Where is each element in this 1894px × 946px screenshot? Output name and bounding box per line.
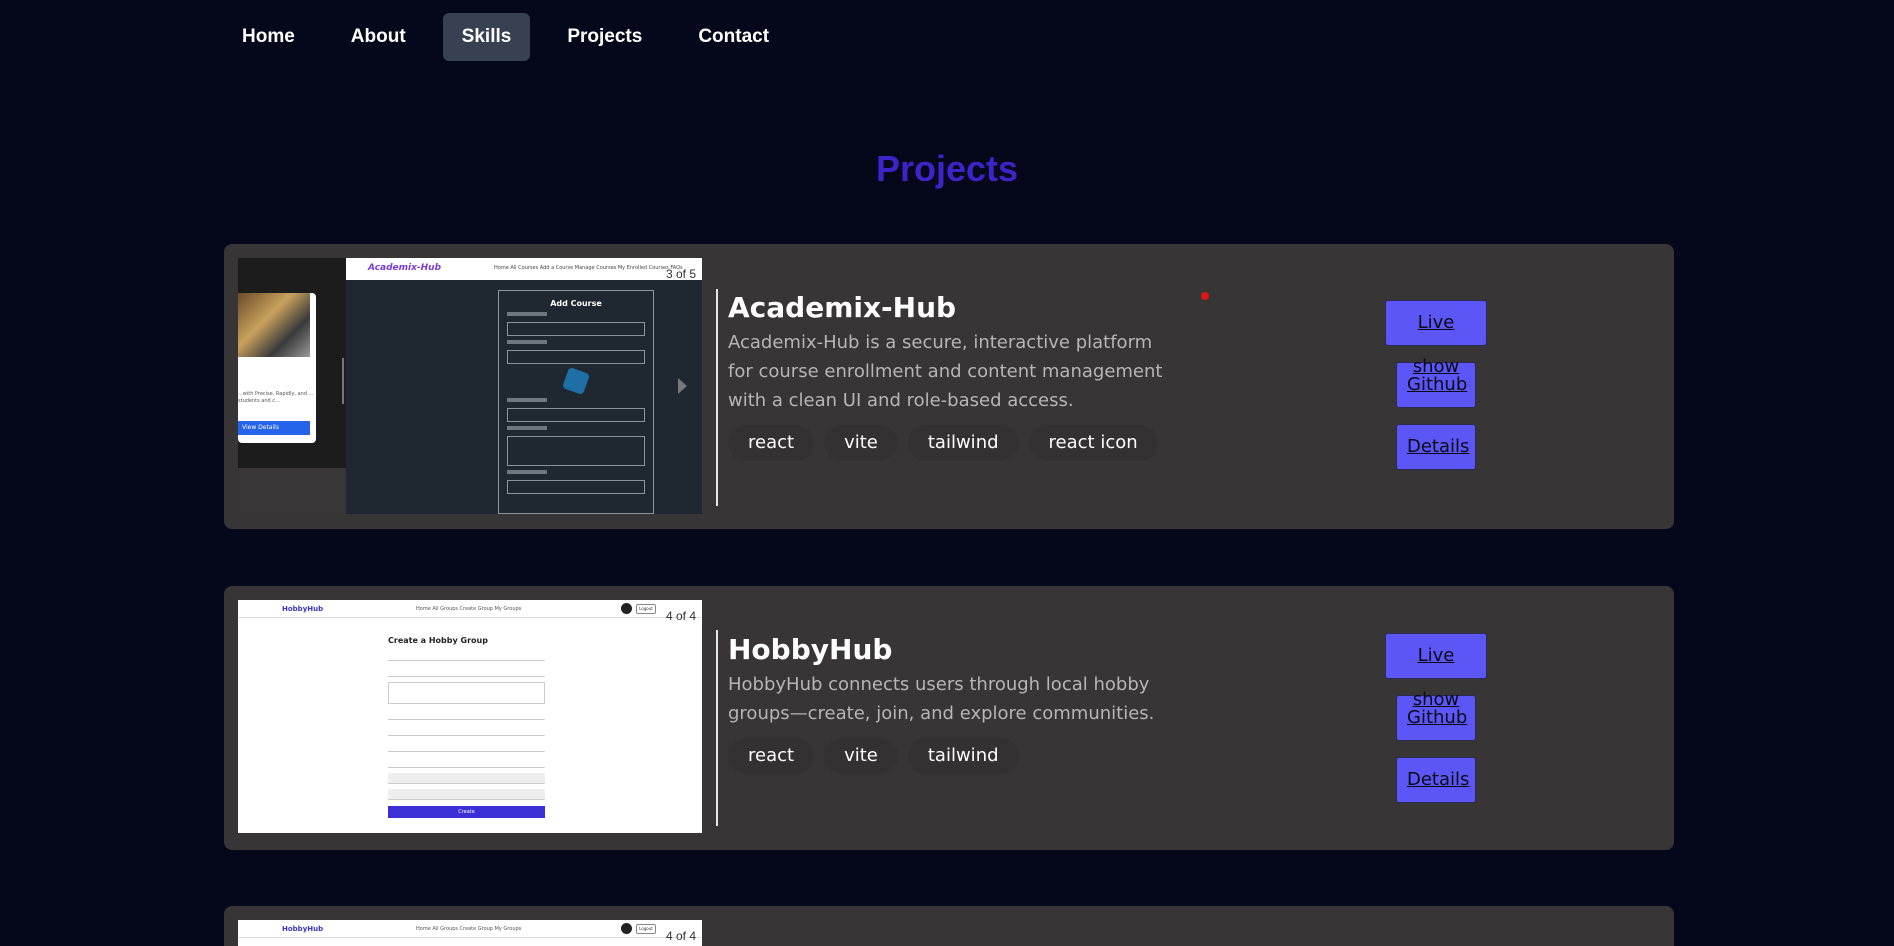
preview-avatar: [621, 923, 632, 934]
project-card-partial: HobbyHub Home All Groups Create Group My…: [224, 906, 1674, 946]
tech-tag: vite: [824, 738, 898, 774]
preview-label: [507, 426, 547, 430]
tech-tag: tailwind: [907, 425, 1019, 461]
preview-label: [507, 312, 547, 316]
preview-textarea: [507, 436, 645, 466]
project-actions: Live show Github Details: [1376, 633, 1496, 819]
preview-field: [507, 350, 645, 364]
cursor-dot: [1201, 292, 1209, 300]
preview-add-course-form: Add Course: [498, 290, 654, 514]
slide-counter: 3 of 5: [665, 267, 696, 281]
github-button[interactable]: Github: [1396, 695, 1476, 741]
project-info: HobbyHub HobbyHub connects users through…: [728, 632, 1178, 774]
preview-nav-links: Home All Groups Create Group My Groups: [416, 926, 522, 932]
preview-brand: HobbyHub: [282, 925, 324, 933]
preview-previous-slide: ...with Precise, Rapidly, and ... studen…: [238, 258, 346, 468]
preview-nav-links: Home All Courses Add a Course Manage Cou…: [494, 265, 683, 271]
github-button[interactable]: Github: [1396, 362, 1476, 408]
tech-tag: react: [728, 425, 815, 461]
preview-course-image: [238, 293, 310, 357]
tech-tag: vite: [824, 425, 898, 461]
preview-avatar: [621, 603, 632, 614]
preview-course-card: ...with Precise, Rapidly, and ... studen…: [238, 293, 316, 443]
nav-skills[interactable]: Skills: [442, 13, 531, 61]
preview-field: [507, 408, 645, 422]
preview-create-group-form: Create a Hobby Group Create: [388, 636, 545, 818]
nav-home[interactable]: Home: [223, 13, 314, 61]
preview-field: [388, 773, 545, 784]
preview-field: [507, 322, 645, 336]
preview-logout-button: Logout: [636, 924, 656, 934]
divider: [716, 630, 718, 826]
project-actions: Live show Github Details: [1376, 300, 1496, 486]
slide-counter: 4 of 4: [665, 929, 696, 943]
divider: [716, 289, 718, 506]
live-show-button[interactable]: Live show: [1385, 633, 1487, 710]
preview-field: [388, 789, 545, 800]
project-screenshot-carousel[interactable]: ...with Precise, Rapidly, and ... studen…: [238, 258, 702, 514]
nav-projects[interactable]: Projects: [548, 13, 661, 61]
project-info: Academix-Hub Academix-Hub is a secure, i…: [728, 290, 1178, 461]
nav-contact[interactable]: Contact: [679, 13, 788, 61]
project-screenshot-carousel[interactable]: HobbyHub Home All Groups Create Group My…: [238, 600, 702, 833]
preview-form-title: Create a Hobby Group: [388, 636, 488, 645]
preview-field: [388, 666, 545, 677]
preview-course-text: ...with Precise, Rapidly, and ... studen…: [238, 391, 314, 404]
preview-label: [507, 470, 547, 474]
project-name: Academix-Hub: [728, 291, 957, 324]
preview-logout-button: Logout: [636, 604, 656, 614]
preview-nav-links: Home All Groups Create Group My Groups: [416, 606, 522, 612]
preview-logo-icon: [561, 366, 591, 396]
project-description: HobbyHub connects users through local ho…: [728, 674, 1155, 724]
nav-about[interactable]: About: [332, 13, 425, 61]
carousel-next-arrow-icon[interactable]: [678, 378, 687, 394]
project-description: Academix-Hub is a secure, interactive pl…: [728, 332, 1163, 411]
tech-tag: tailwind: [907, 738, 1019, 774]
slide-counter: 4 of 4: [665, 609, 696, 623]
section-title: Projects: [875, 148, 1019, 189]
project-card-academix: ...with Precise, Rapidly, and ... studen…: [224, 244, 1674, 529]
project-card-hobbyhub: HobbyHub Home All Groups Create Group My…: [224, 586, 1674, 850]
preview-field: [507, 480, 645, 494]
carousel-prev-arrow-icon[interactable]: [342, 358, 344, 404]
details-button[interactable]: Details: [1396, 757, 1476, 803]
preview-label: [507, 398, 547, 402]
preview-field: [388, 650, 545, 661]
tech-tags: react vite tailwind: [728, 738, 1178, 774]
project-name: HobbyHub: [728, 633, 893, 666]
tech-tags: react vite tailwind react icon: [728, 425, 1178, 461]
preview-field: [388, 725, 545, 736]
project-screenshot-carousel[interactable]: HobbyHub Home All Groups Create Group My…: [238, 920, 702, 946]
preview-label: [507, 340, 547, 344]
preview-form-title: Add Course: [550, 299, 602, 308]
preview-brand: HobbyHub: [282, 605, 324, 613]
preview-field: [388, 709, 545, 720]
preview-textarea: [388, 682, 545, 704]
preview-field: [388, 757, 545, 768]
preview-view-details-button: View Details: [238, 421, 310, 435]
details-button[interactable]: Details: [1396, 424, 1476, 470]
live-show-button[interactable]: Live show: [1385, 300, 1487, 377]
tech-tag: react: [728, 738, 815, 774]
preview-field: [388, 741, 545, 752]
preview-brand: Academix-Hub: [368, 263, 442, 273]
tech-tag: react icon: [1028, 425, 1158, 461]
preview-submit-button: Create: [388, 806, 545, 818]
top-nav: Home About Skills Projects Contact: [223, 13, 788, 61]
